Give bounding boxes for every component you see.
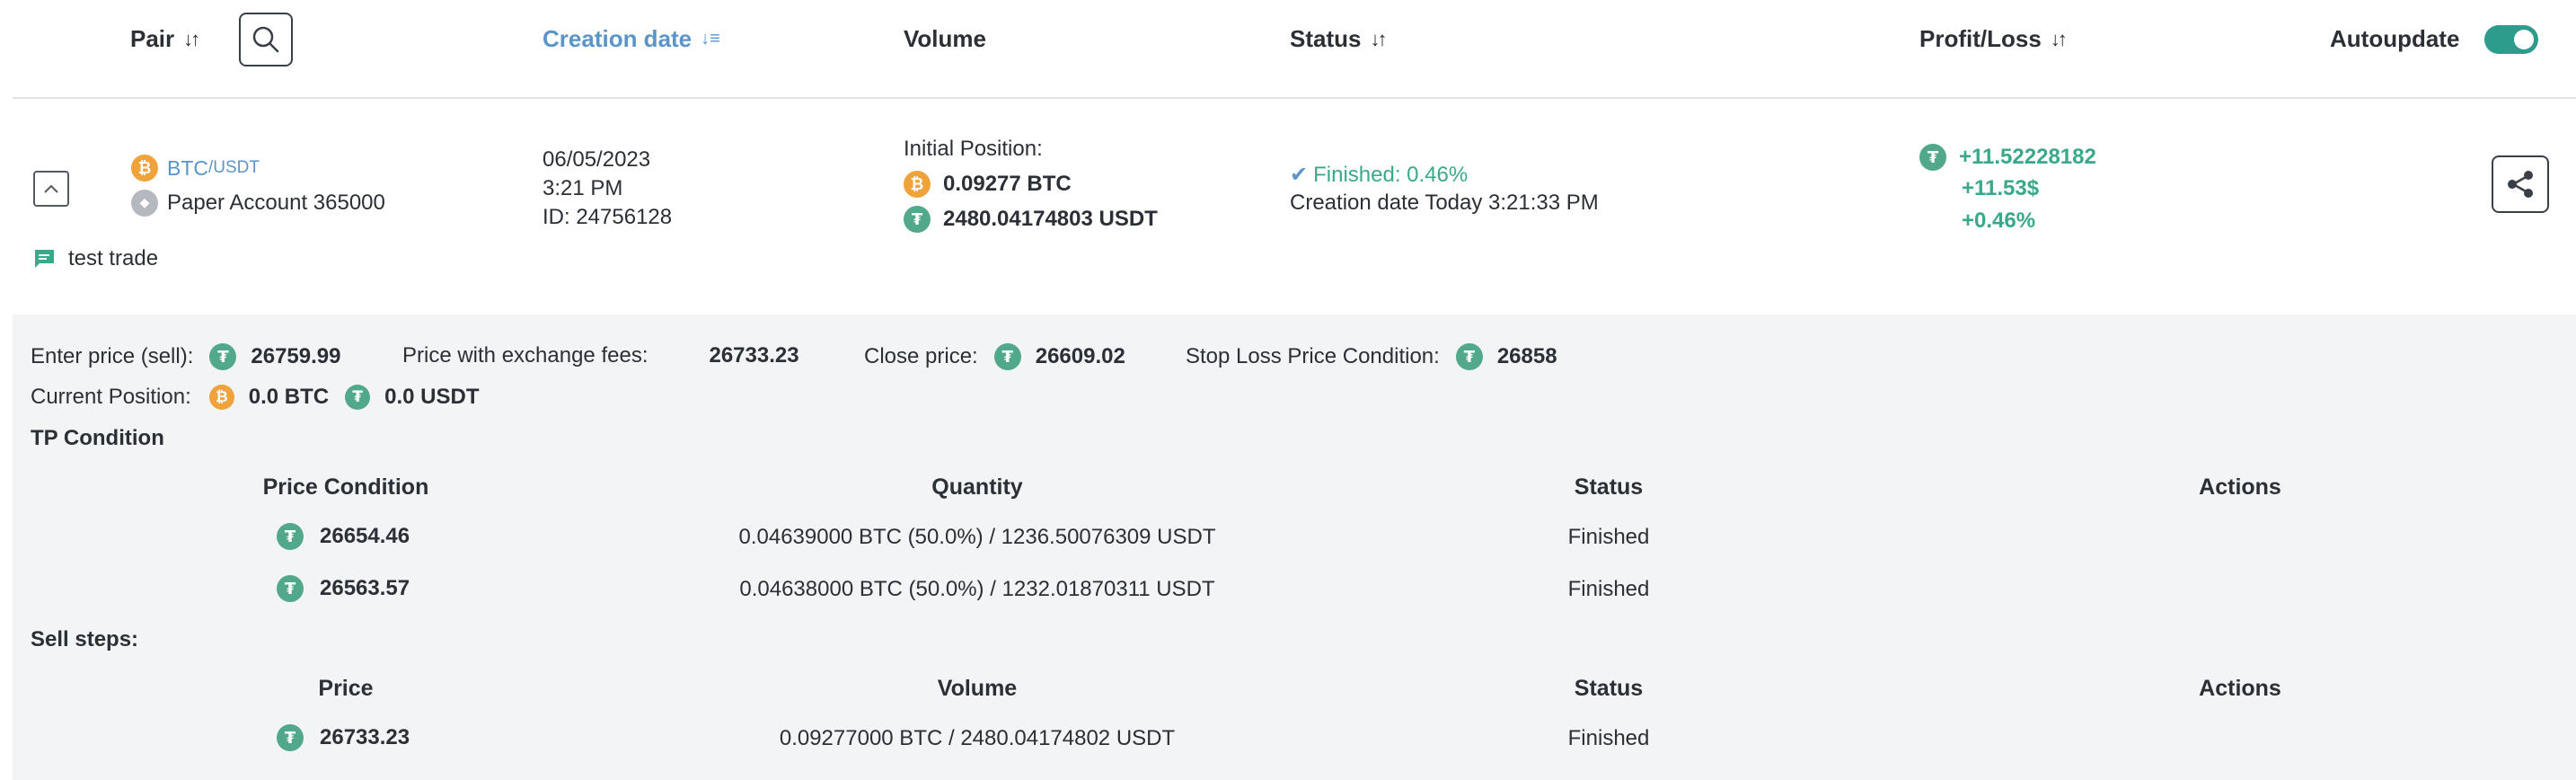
tether-icon: ₮ <box>277 523 304 550</box>
pair-header-label: Pair <box>130 25 175 52</box>
toggle-knob <box>2514 30 2534 49</box>
search-icon <box>252 26 279 53</box>
share-button[interactable] <box>2492 155 2549 213</box>
bitcoin-icon: ₿ <box>131 155 158 182</box>
sell-price: 26733.23 <box>320 725 410 749</box>
tp-col-price: Price Condition <box>262 474 429 500</box>
check-icon: ✔ <box>1290 163 1309 187</box>
tether-icon: ₮ <box>1919 144 1946 171</box>
status-finished: Finished: 0.46% <box>1313 162 1469 187</box>
stop-loss-label: Stop Loss Price Condition: <box>1186 344 1440 368</box>
current-position-row: Current Position: ₿ 0.0 BTC ₮ 0.0 USDT <box>31 385 479 410</box>
profit-usdt-row: ₮ +11.52228182 <box>1919 144 2096 171</box>
comment-text: test trade <box>68 246 159 270</box>
tether-icon: ₮ <box>904 206 931 233</box>
sell-volume: 0.09277000 BTC / 2480.04174802 USDT <box>779 726 1176 750</box>
fees-price-row: Price with exchange fees: 26733.23 <box>402 343 799 368</box>
sell-col-volume: Volume <box>937 676 1018 701</box>
initial-btc-row: ₿ 0.09277 BTC <box>904 171 1072 198</box>
close-price-row: Close price: ₮ 26609.02 <box>864 343 1125 370</box>
autoupdate-label: Autoupdate <box>2330 25 2460 52</box>
initial-position-label: Initial Position: <box>904 137 1043 161</box>
tether-icon: ₮ <box>277 575 304 602</box>
comment-icon <box>34 250 54 268</box>
trade-time: 3:21 PM <box>543 176 623 200</box>
current-btc: 0.0 BTC <box>248 385 330 409</box>
table-row: ₮ 26733.23 <box>277 724 410 751</box>
status-header-label: Status <box>1290 25 1362 52</box>
share-icon <box>2508 171 2533 198</box>
profit-percent: +0.46% <box>1962 208 2036 233</box>
enter-price-row: Enter price (sell): ₮ 26759.99 <box>31 343 341 370</box>
pair-column-header[interactable]: Pair ↓↑ <box>130 25 200 53</box>
initial-btc: 0.09277 BTC <box>943 172 1072 196</box>
creation-date-column-header[interactable]: Creation date ↓≡ <box>543 25 720 53</box>
initial-usdt-row: ₮ 2480.04174803 USDT <box>904 206 1158 233</box>
expand-row-button[interactable] <box>33 171 69 207</box>
current-position-label: Current Position: <box>31 385 191 409</box>
status-column-header[interactable]: Status ↓↑ <box>1290 25 1387 53</box>
volume-column-header: Volume <box>904 25 986 52</box>
tp-status: Finished <box>1567 525 1650 549</box>
account-cell: ◆ Paper Account 365000 <box>131 190 385 217</box>
pair-base[interactable]: BTC <box>167 156 208 181</box>
sort-icon[interactable]: ↓↑ <box>183 28 200 51</box>
table-row: ₮ 26654.46 <box>277 523 410 550</box>
fees-price-value: 26733.23 <box>709 343 799 368</box>
profit-usd: +11.53$ <box>1962 176 2040 200</box>
paper-account-icon: ◆ <box>131 190 158 217</box>
tp-col-status: Status <box>1574 474 1644 500</box>
autoupdate-toggle[interactable] <box>2484 25 2538 54</box>
pair-cell[interactable]: ₿ BTC /USDT <box>131 155 260 182</box>
profit-loss-column-header[interactable]: Profit/Loss ↓↑ <box>1919 25 2068 53</box>
current-usdt: 0.0 USDT <box>384 385 480 409</box>
tp-condition-title: TP Condition <box>31 426 164 450</box>
table-row: ₮ 26563.57 <box>277 575 410 602</box>
tp-quantity: 0.04638000 BTC (50.0%) / 1232.01870311 U… <box>739 577 1215 601</box>
search-button[interactable] <box>239 13 293 66</box>
tp-col-actions: Actions <box>2199 474 2281 500</box>
account-name: Paper Account 365000 <box>167 191 385 215</box>
sell-steps-title: Sell steps: <box>31 627 139 651</box>
profit-usdt: +11.52228182 <box>1959 145 2096 169</box>
stop-loss-row: Stop Loss Price Condition: ₮ 26858 <box>1186 343 1557 370</box>
bitcoin-icon: ₿ <box>208 385 234 410</box>
header-divider <box>13 97 2576 99</box>
trade-comment: test trade <box>32 246 158 271</box>
tether-icon: ₮ <box>1455 343 1483 370</box>
close-price-label: Close price: <box>864 344 978 368</box>
enter-price-value: 26759.99 <box>251 344 341 368</box>
sort-desc-icon[interactable]: ↓≡ <box>701 29 720 49</box>
chevron-up-icon <box>44 184 58 193</box>
close-price-value: 26609.02 <box>1035 344 1125 368</box>
status-creation-date: Creation date Today 3:21:33 PM <box>1290 191 1599 215</box>
enter-price-label: Enter price (sell): <box>31 344 194 368</box>
status-cell: ✔ Finished: 0.46% <box>1290 162 1468 188</box>
trade-date: 06/05/2023 <box>543 147 651 172</box>
tp-col-quantity: Quantity <box>931 474 1023 500</box>
tether-icon: ₮ <box>277 724 304 751</box>
stop-loss-value: 26858 <box>1496 344 1557 368</box>
sell-col-actions: Actions <box>2199 676 2281 701</box>
pair-quote: /USDT <box>208 158 260 177</box>
sell-status: Finished <box>1567 726 1650 750</box>
tp-status: Finished <box>1567 577 1650 601</box>
tp-price: 26563.57 <box>320 576 410 600</box>
tether-icon: ₮ <box>209 343 237 370</box>
sort-icon[interactable]: ↓↑ <box>1370 28 1387 51</box>
fees-price-label: Price with exchange fees: <box>402 343 648 368</box>
sell-col-status: Status <box>1574 676 1644 701</box>
initial-usdt: 2480.04174803 USDT <box>943 207 1158 231</box>
tp-price: 26654.46 <box>320 524 410 548</box>
trade-id: ID: 24756128 <box>543 205 673 229</box>
bitcoin-icon: ₿ <box>904 171 931 198</box>
creation-date-header-label: Creation date <box>543 25 693 52</box>
profit-loss-header-label: Profit/Loss <box>1919 25 2042 52</box>
tp-quantity: 0.04639000 BTC (50.0%) / 1236.50076309 U… <box>738 525 1216 549</box>
sort-icon[interactable]: ↓↑ <box>2051 28 2068 51</box>
tether-icon: ₮ <box>993 343 1021 370</box>
sell-col-price: Price <box>318 676 374 701</box>
tether-icon: ₮ <box>345 385 371 410</box>
